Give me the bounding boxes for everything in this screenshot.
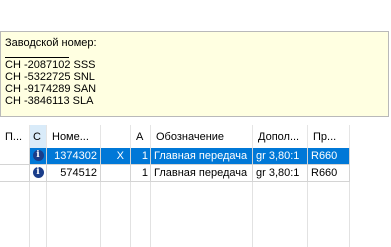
- column-header-additional[interactable]: Допол...: [253, 125, 308, 149]
- row-number: 574512: [47, 165, 101, 182]
- column-header-prefix[interactable]: Пр...: [308, 125, 350, 149]
- column-header-a[interactable]: A: [131, 125, 151, 149]
- info-icon[interactable]: i: [32, 149, 44, 161]
- info-icon[interactable]: i: [32, 166, 44, 178]
- serial-item: CH -5322725 SNL: [5, 71, 95, 83]
- parts-grid: П... C Номе... A Обозначение Допол... Пр…: [0, 121, 391, 247]
- column-header-designation[interactable]: Обозначение: [151, 125, 253, 149]
- row-prefix: R660: [308, 148, 350, 165]
- row-designation: Главная передача: [151, 148, 253, 165]
- parts-window: Заводской номер: CH -2087102 SSS CH -532…: [0, 0, 391, 247]
- row-designation: Главная передача: [151, 165, 253, 182]
- serial-info-title: Заводской номер:: [5, 37, 97, 49]
- serial-info-panel: Заводской номер: CH -2087102 SSS CH -532…: [0, 31, 389, 117]
- column-header-number[interactable]: Номе...: [47, 125, 101, 149]
- row-icon-cell[interactable]: i: [30, 148, 47, 165]
- column-header-c[interactable]: C: [30, 125, 47, 149]
- row-mark: X: [101, 148, 131, 165]
- row-additional: gr 3,80:1: [253, 165, 308, 182]
- top-strip: [0, 0, 391, 31]
- row-pointer-cell: [0, 148, 30, 165]
- row-prefix: R660: [308, 165, 350, 182]
- row-number: 1374302: [47, 148, 101, 165]
- serial-info-divider: [5, 57, 69, 58]
- column-header-mark[interactable]: [101, 125, 131, 149]
- table-row[interactable]: i 574512 1 Главная передача gr 3,80:1 R6…: [0, 165, 350, 182]
- row-additional: gr 3,80:1: [253, 148, 308, 165]
- serial-list: CH -2087102 SSS CH -5322725 SNL CH -9174…: [5, 59, 96, 107]
- row-icon-cell[interactable]: i: [30, 165, 47, 182]
- column-header-p[interactable]: П...: [0, 125, 30, 149]
- grid-header: П... C Номе... A Обозначение Допол... Пр…: [0, 125, 391, 149]
- serial-item: CH -9174289 SAN: [5, 83, 97, 95]
- serial-item: CH -2087102 SSS: [5, 59, 96, 71]
- row-quantity: 1: [131, 148, 151, 165]
- serial-item: CH -3846113 SLA: [5, 95, 94, 107]
- row-pointer-cell: [0, 165, 30, 182]
- row-quantity: 1: [131, 165, 151, 182]
- row-mark: [101, 165, 131, 182]
- table-row[interactable]: i 1374302 X 1 Главная передача gr 3,80:1…: [0, 148, 350, 165]
